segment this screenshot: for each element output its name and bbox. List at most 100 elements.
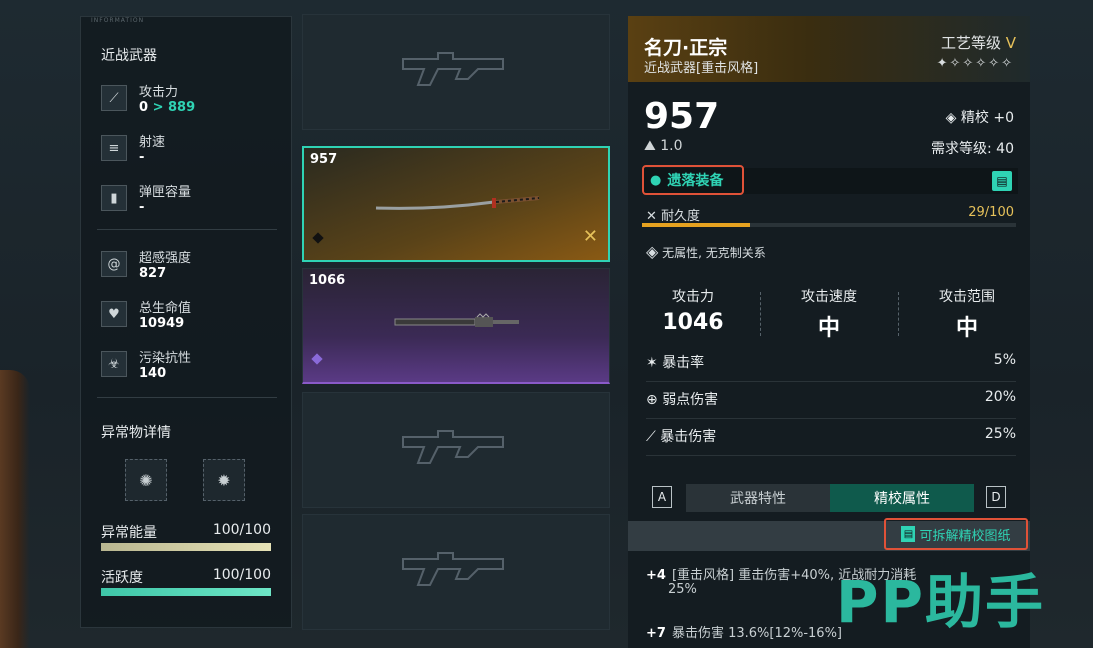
separator bbox=[760, 292, 761, 336]
watermark-logo: PP助手 bbox=[836, 568, 1046, 636]
key-hint-left[interactable]: A bbox=[652, 486, 672, 508]
spiral-icon: @ bbox=[101, 251, 127, 277]
tab-weapon-traits[interactable]: 武器特性 bbox=[686, 484, 830, 512]
anomaly-slot-2[interactable]: ✹ bbox=[203, 459, 245, 501]
wrench-icon: ✕ bbox=[646, 209, 657, 224]
equip-row: ● 遗落装备 ▤ bbox=[642, 165, 1018, 195]
activity-value: 100/100 bbox=[212, 567, 271, 583]
anomaly-title: 异常物详情 bbox=[101, 425, 171, 441]
character-model-edge bbox=[0, 370, 30, 648]
main-stat-value: 1046 bbox=[662, 310, 724, 335]
durability-value: 29/100 bbox=[968, 205, 1014, 220]
refine-value: 精校 +0 bbox=[960, 110, 1014, 126]
sub-stat-text: 弱点伤害 bbox=[662, 392, 719, 408]
perk-tag: +7 bbox=[646, 626, 666, 641]
weapon-slot-masamune[interactable]: 957 ✕ bbox=[302, 146, 610, 262]
weapon-power: 957 bbox=[310, 152, 338, 167]
weapon-slot-empty-2[interactable] bbox=[302, 392, 610, 508]
sub-stat-value: 5% bbox=[993, 352, 1016, 368]
stat-fire-rate: ≡ 射速 - bbox=[101, 131, 281, 171]
blueprint-label: 可拆解精校图纸 bbox=[919, 528, 1011, 544]
rifle-placeholder-icon bbox=[402, 52, 504, 86]
weapon-slot-empty-1[interactable] bbox=[302, 14, 610, 130]
stat-attack: ⟋ 攻击力 0 > 889 bbox=[101, 81, 281, 121]
fire-rate-icon: ≡ bbox=[101, 135, 127, 161]
anomaly-energy-fill bbox=[101, 543, 271, 551]
craft-level-value: V bbox=[1005, 34, 1016, 52]
weapon-power: 1066 bbox=[309, 273, 346, 288]
main-stat-range: 攻击范围 中 bbox=[902, 286, 1032, 342]
required-level: 需求等级: 40 bbox=[931, 141, 1014, 157]
stat-current: 0 bbox=[139, 100, 149, 115]
stat-value: 827 bbox=[139, 266, 167, 281]
stat-label: 弹匣容量 bbox=[139, 185, 192, 200]
anomaly-energy-label: 异常能量 bbox=[101, 525, 157, 541]
stat-value: 0 > 889 bbox=[139, 100, 195, 115]
weight-icon: ⛰ bbox=[644, 138, 656, 154]
weapon-slot-1066[interactable]: 1066 bbox=[302, 268, 610, 384]
biohazard-icon: ☣ bbox=[101, 351, 127, 377]
stat-psi: @ 超感强度 827 bbox=[101, 247, 281, 287]
weapon-slot-empty-3[interactable] bbox=[302, 514, 610, 630]
rifle-placeholder-icon bbox=[402, 430, 504, 464]
weapon-power-large: 957 bbox=[644, 96, 720, 137]
weapon-name: 名刀·正宗 bbox=[644, 37, 728, 59]
main-stat-attack: 攻击力 1046 bbox=[628, 286, 758, 335]
perk-text: 暴击伤害 13.6%[12%-16%] bbox=[671, 626, 843, 641]
crit-icon: ✶ bbox=[646, 355, 658, 371]
heart-icon: ♥ bbox=[101, 301, 127, 327]
stat-value: 140 bbox=[139, 366, 167, 381]
sub-stat-crit-rate: ✶ 暴击率 5% bbox=[646, 352, 1016, 382]
sub-stat-weakpoint: ⊕ 弱点伤害 20% bbox=[646, 389, 1016, 419]
durability-fill bbox=[642, 223, 751, 227]
main-stat-speed: 攻击速度 中 bbox=[764, 286, 894, 342]
weapon-weight: ⛰ 1.0 bbox=[644, 138, 682, 154]
weapon-header: 名刀·正宗 近战武器[重击风格] 工艺等级 V ✦✧✧✧✧✧ bbox=[628, 16, 1030, 82]
stat-label: 污染抗性 bbox=[139, 351, 192, 366]
stat-upgrade: > 889 bbox=[152, 100, 196, 115]
craft-label: 工艺等级 bbox=[940, 34, 1001, 52]
stat-value: - bbox=[139, 150, 145, 165]
attribute-note: ◈ 无属性, 无克制关系 bbox=[646, 242, 766, 261]
sub-stat-crit-damage: ⟋ 暴击伤害 25% bbox=[646, 426, 1016, 456]
blade-weapon-icon bbox=[394, 313, 519, 327]
document-icon[interactable]: ▤ bbox=[992, 171, 1012, 191]
stat-magazine: ▮ 弹匣容量 - bbox=[101, 181, 281, 221]
character-stats-panel: INFORMATION 近战武器 ⟋ 攻击力 0 > 889 ≡ 射速 - ▮ … bbox=[80, 16, 292, 628]
sub-stat-text: 暴击率 bbox=[662, 355, 705, 371]
tab-refine-attributes[interactable]: 精校属性 bbox=[830, 484, 974, 512]
dismantle-blueprint-button[interactable]: ▤ 可拆解精校图纸 bbox=[884, 518, 1028, 550]
weight-value: 1.0 bbox=[660, 138, 683, 154]
durability-text: 耐久度 bbox=[661, 209, 701, 224]
rifle-placeholder-icon bbox=[402, 552, 504, 586]
durability-bar bbox=[642, 223, 1016, 227]
main-stat-value: 中 bbox=[817, 316, 840, 341]
blueprint-icon: ▤ bbox=[901, 526, 916, 542]
divider bbox=[97, 397, 277, 398]
anomaly-slot-1[interactable]: ✺ bbox=[125, 459, 167, 501]
sub-stat-label: ⊕ 弱点伤害 bbox=[646, 389, 718, 409]
refine-level: ◈ 精校 +0 bbox=[946, 107, 1014, 127]
key-hint-right[interactable]: D bbox=[986, 486, 1006, 508]
cross-blades-icon: ✕ bbox=[582, 226, 598, 247]
stat-pollution: ☣ 污染抗性 140 bbox=[101, 347, 281, 387]
sub-stat-value: 20% bbox=[984, 389, 1016, 405]
sub-stat-value: 25% bbox=[984, 426, 1016, 442]
main-stat-label: 攻击速度 bbox=[801, 289, 857, 305]
stat-value: 10949 bbox=[139, 316, 185, 331]
divider bbox=[97, 229, 277, 230]
stat-label: 超感强度 bbox=[139, 251, 192, 266]
stat-label: 总生命值 bbox=[139, 301, 192, 316]
weapon-category-title: 近战武器 bbox=[101, 48, 157, 64]
main-stat-value: 中 bbox=[955, 316, 978, 341]
katana-icon bbox=[375, 196, 540, 210]
rarity-diamond-icon bbox=[312, 232, 324, 244]
sub-stat-label: ⟋ 暴击伤害 bbox=[646, 426, 716, 446]
blueprint-row: ▤ 可拆解精校图纸 bbox=[628, 518, 1030, 551]
perk-2: +7 暴击伤害 13.6%[12%-16%] bbox=[646, 622, 842, 641]
equip-label: 遗落装备 bbox=[667, 173, 724, 189]
weapon-type: 近战武器[重击风格] bbox=[644, 61, 759, 76]
durability-label: ✕ 耐久度 bbox=[646, 205, 700, 224]
star-rating: ✦✧✧✧✧✧ bbox=[936, 56, 1014, 71]
equip-status-button[interactable]: ● 遗落装备 bbox=[642, 165, 744, 195]
